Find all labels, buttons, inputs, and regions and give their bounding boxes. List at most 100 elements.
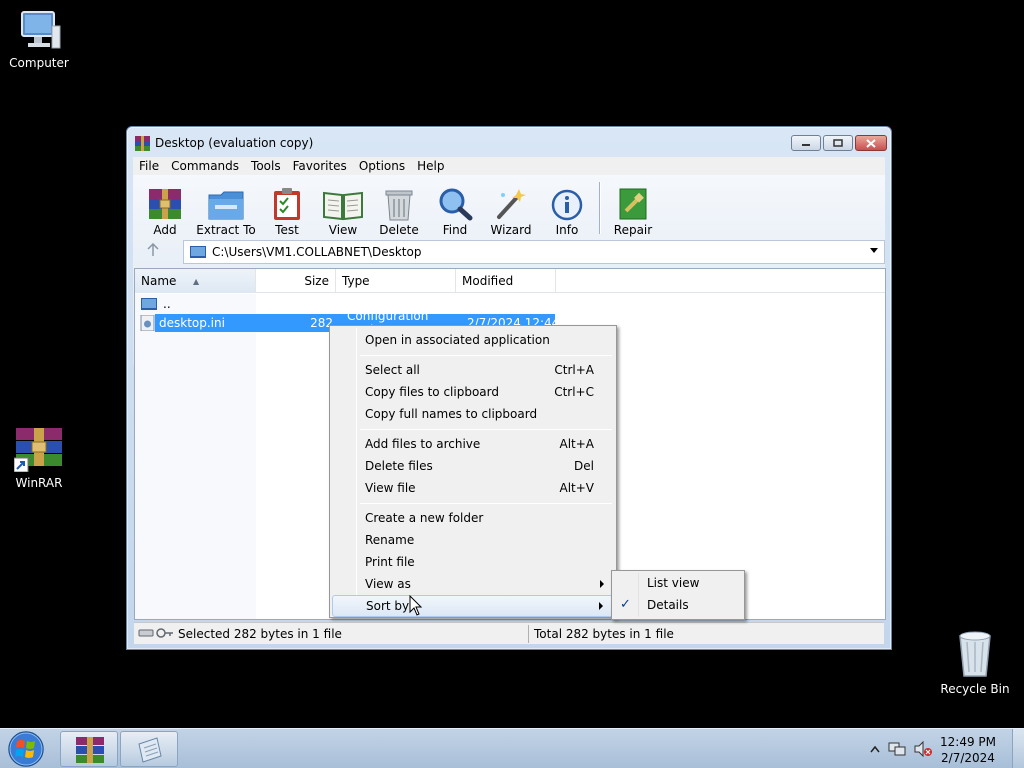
menu-item-copy-files[interactable]: Copy files to clipboard Ctrl+C [332,381,614,403]
file-size: 282 [310,316,333,330]
taskbar-winrar-button[interactable] [60,731,118,767]
repair-button[interactable]: Repair [605,179,661,237]
list-item-parent[interactable]: .. [135,295,171,313]
test-button[interactable]: Test [259,179,315,237]
menu-item-print[interactable]: Print file [332,551,614,573]
submenu-item-details[interactable]: ✓ Details [614,594,742,616]
menu-item-rename[interactable]: Rename [332,529,614,551]
maximize-button[interactable] [823,135,853,151]
desktop-icon-label: Recycle Bin [940,682,1010,696]
status-selected: Selected 282 bytes in 1 file [178,627,342,641]
repair-icon [619,188,647,220]
menu-bar: File Commands Tools Favorites Options He… [133,157,885,175]
magic-wand-icon [497,189,526,219]
menu-options[interactable]: Options [353,159,411,173]
network-icon[interactable] [888,741,906,757]
start-button[interactable] [6,730,46,768]
path-combobox[interactable]: C:\Users\VM1.COLLABNET\Desktop [183,240,885,264]
toolbar-separator [599,182,601,234]
desktop-icon-recycle-bin[interactable]: Recycle Bin [937,630,1013,696]
menu-item-open-associated[interactable]: Open in associated application [332,329,614,351]
wizard-button[interactable]: Wizard [483,179,539,237]
arrow-up-icon [147,242,159,256]
menu-item-new-folder[interactable]: Create a new folder [332,507,614,529]
windows-logo-icon [8,731,44,767]
magnifier-icon [439,188,473,221]
sort-by-submenu: List view ✓ Details [611,570,745,620]
desktop-icon-winrar[interactable]: WinRAR [1,426,77,490]
menu-help[interactable]: Help [411,159,450,173]
test-clipboard-icon [274,188,300,220]
repair-label: Repair [613,223,653,237]
info-button[interactable]: Info [539,179,595,237]
title-bar[interactable]: Desktop (evaluation copy) [127,127,891,157]
close-icon [866,138,876,148]
add-button[interactable]: Add [137,179,193,237]
menu-file[interactable]: File [133,159,165,173]
recycle-bin-icon [959,631,991,677]
close-button[interactable] [855,135,887,151]
key-icon [156,628,173,638]
add-archive-icon [149,189,181,219]
menu-commands[interactable]: Commands [165,159,245,173]
menu-item-delete-files[interactable]: Delete files Del [332,455,614,477]
computer-icon [21,11,61,49]
menu-favorites[interactable]: Favorites [287,159,353,173]
path-text: C:\Users\VM1.COLLABNET\Desktop [212,245,422,259]
maximize-icon [833,139,843,147]
column-type[interactable]: Type [336,269,456,293]
delete-button[interactable]: Delete [371,179,427,237]
volume-muted-icon[interactable] [914,741,932,757]
menu-tools[interactable]: Tools [245,159,287,173]
taskbar: 12:49 PM 2/7/2024 [0,728,1024,768]
trash-icon [385,190,413,221]
status-total: Total 282 bytes in 1 file [534,627,674,641]
clock[interactable]: 12:49 PM 2/7/2024 [938,734,998,766]
desktop-icon-computer[interactable]: Computer [1,10,77,70]
submenu-item-list-view[interactable]: List view [614,572,742,594]
wizard-label: Wizard [490,223,532,237]
submenu-arrow-icon [599,602,603,610]
find-button[interactable]: Find [427,179,483,237]
column-header: Name ▲ Size Type Modified [135,269,885,293]
column-name[interactable]: Name ▲ [135,269,256,293]
add-label: Add [153,223,177,237]
desktop-icon-label: WinRAR [15,476,63,490]
status-bar: Selected 282 bytes in 1 file Total 282 b… [134,622,884,644]
info-label: Info [555,223,579,237]
test-label: Test [275,223,299,237]
system-tray [870,741,932,757]
info-icon [551,189,583,221]
extract-to-button[interactable]: Extract To [193,179,259,237]
show-hidden-icons-icon[interactable] [870,745,880,753]
find-label: Find [442,223,468,237]
menu-item-copy-names[interactable]: Copy full names to clipboard [332,403,614,425]
window-title: Desktop (evaluation copy) [155,136,314,150]
menu-item-view-file[interactable]: View file Alt+V [332,477,614,499]
taskbar-notepad-button[interactable] [120,731,178,767]
menu-item-select-all[interactable]: Select all Ctrl+A [332,359,614,381]
drive-icon [138,629,154,637]
menu-item-view-as[interactable]: View as [332,573,614,595]
winrar-app-icon [135,136,150,151]
desktop-icon-label: Computer [9,56,69,70]
winrar-icon [76,737,104,763]
show-desktop-button[interactable] [1012,729,1024,768]
menu-item-sort-by[interactable]: Sort by [332,595,614,617]
extract-to-label: Extract To [196,223,256,237]
context-menu: Open in associated application Select al… [329,325,617,618]
menu-item-add-files[interactable]: Add files to archive Alt+A [332,433,614,455]
chevron-down-icon[interactable] [870,248,878,253]
column-modified[interactable]: Modified [456,269,556,293]
view-label: View [328,223,358,237]
clock-date: 2/7/2024 [941,751,995,765]
view-button[interactable]: View [315,179,371,237]
submenu-arrow-icon [600,580,604,588]
checkmark-icon: ✓ [620,597,631,612]
up-folder-button[interactable] [141,242,165,263]
winrar-icon [14,428,62,472]
column-size[interactable]: Size [256,269,336,293]
minimize-button[interactable] [791,135,821,151]
file-name: .. [163,297,171,311]
clock-time: 12:49 PM [940,735,996,749]
